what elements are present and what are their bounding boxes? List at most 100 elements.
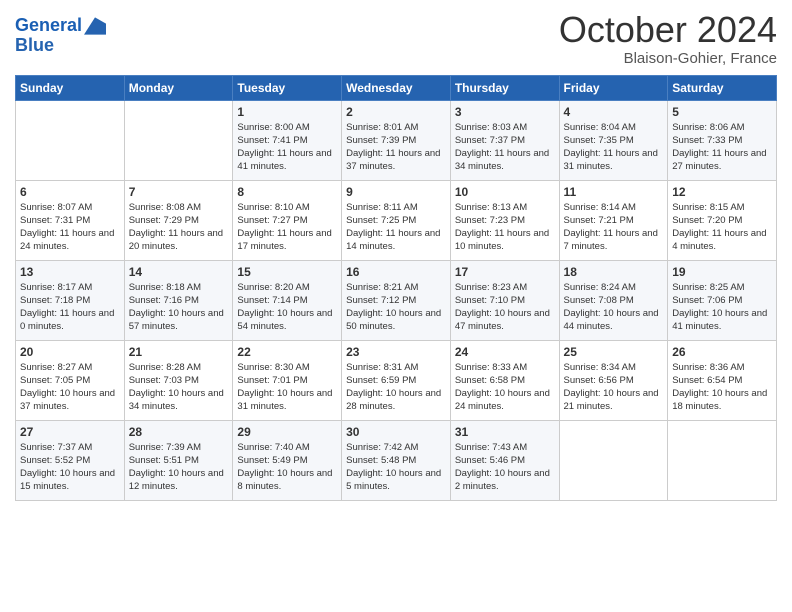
daylight-text: Daylight: 10 hours and 34 minutes. bbox=[129, 388, 224, 412]
daylight-text: Daylight: 11 hours and 27 minutes. bbox=[672, 148, 766, 172]
sunset-text: Sunset: 6:56 PM bbox=[564, 375, 634, 386]
day-info: Sunrise: 8:20 AM Sunset: 7:14 PM Dayligh… bbox=[237, 281, 337, 334]
day-number: 29 bbox=[237, 425, 337, 439]
table-row: 2 Sunrise: 8:01 AM Sunset: 7:39 PM Dayli… bbox=[342, 100, 451, 180]
sunrise-text: Sunrise: 8:13 AM bbox=[455, 202, 527, 213]
table-row: 5 Sunrise: 8:06 AM Sunset: 7:33 PM Dayli… bbox=[668, 100, 777, 180]
table-row bbox=[668, 420, 777, 500]
day-info: Sunrise: 8:31 AM Sunset: 6:59 PM Dayligh… bbox=[346, 361, 446, 414]
col-monday: Monday bbox=[124, 75, 233, 100]
sunset-text: Sunset: 7:29 PM bbox=[129, 215, 199, 226]
sunset-text: Sunset: 7:21 PM bbox=[564, 215, 634, 226]
sunset-text: Sunset: 7:01 PM bbox=[237, 375, 307, 386]
table-row: 17 Sunrise: 8:23 AM Sunset: 7:10 PM Dayl… bbox=[450, 260, 559, 340]
sunrise-text: Sunrise: 7:40 AM bbox=[237, 442, 309, 453]
day-number: 8 bbox=[237, 185, 337, 199]
sunset-text: Sunset: 5:46 PM bbox=[455, 455, 525, 466]
table-row: 16 Sunrise: 8:21 AM Sunset: 7:12 PM Dayl… bbox=[342, 260, 451, 340]
day-number: 31 bbox=[455, 425, 555, 439]
sunrise-text: Sunrise: 8:18 AM bbox=[129, 282, 201, 293]
day-number: 10 bbox=[455, 185, 555, 199]
day-info: Sunrise: 8:36 AM Sunset: 6:54 PM Dayligh… bbox=[672, 361, 772, 414]
day-number: 13 bbox=[20, 265, 120, 279]
sunrise-text: Sunrise: 8:08 AM bbox=[129, 202, 201, 213]
daylight-text: Daylight: 10 hours and 41 minutes. bbox=[672, 308, 767, 332]
day-info: Sunrise: 8:27 AM Sunset: 7:05 PM Dayligh… bbox=[20, 361, 120, 414]
col-saturday: Saturday bbox=[668, 75, 777, 100]
day-number: 5 bbox=[672, 105, 772, 119]
day-number: 25 bbox=[564, 345, 664, 359]
table-row: 11 Sunrise: 8:14 AM Sunset: 7:21 PM Dayl… bbox=[559, 180, 668, 260]
sunrise-text: Sunrise: 8:24 AM bbox=[564, 282, 636, 293]
sunrise-text: Sunrise: 8:27 AM bbox=[20, 362, 92, 373]
table-row: 25 Sunrise: 8:34 AM Sunset: 6:56 PM Dayl… bbox=[559, 340, 668, 420]
page-container: General Blue October 2024 Blaison-Gohier… bbox=[0, 0, 792, 516]
col-wednesday: Wednesday bbox=[342, 75, 451, 100]
month-title: October 2024 bbox=[559, 10, 777, 50]
day-info: Sunrise: 8:17 AM Sunset: 7:18 PM Dayligh… bbox=[20, 281, 120, 334]
day-info: Sunrise: 8:14 AM Sunset: 7:21 PM Dayligh… bbox=[564, 201, 664, 254]
day-info: Sunrise: 8:21 AM Sunset: 7:12 PM Dayligh… bbox=[346, 281, 446, 334]
daylight-text: Daylight: 10 hours and 37 minutes. bbox=[20, 388, 115, 412]
day-number: 18 bbox=[564, 265, 664, 279]
sunrise-text: Sunrise: 7:42 AM bbox=[346, 442, 418, 453]
daylight-text: Daylight: 10 hours and 24 minutes. bbox=[455, 388, 550, 412]
day-info: Sunrise: 8:34 AM Sunset: 6:56 PM Dayligh… bbox=[564, 361, 664, 414]
sunrise-text: Sunrise: 8:21 AM bbox=[346, 282, 418, 293]
day-number: 1 bbox=[237, 105, 337, 119]
daylight-text: Daylight: 11 hours and 17 minutes. bbox=[237, 228, 331, 252]
sunrise-text: Sunrise: 8:23 AM bbox=[455, 282, 527, 293]
daylight-text: Daylight: 10 hours and 47 minutes. bbox=[455, 308, 550, 332]
title-block: October 2024 Blaison-Gohier, France bbox=[559, 10, 777, 67]
table-row: 23 Sunrise: 8:31 AM Sunset: 6:59 PM Dayl… bbox=[342, 340, 451, 420]
table-row: 21 Sunrise: 8:28 AM Sunset: 7:03 PM Dayl… bbox=[124, 340, 233, 420]
daylight-text: Daylight: 10 hours and 57 minutes. bbox=[129, 308, 224, 332]
day-number: 30 bbox=[346, 425, 446, 439]
daylight-text: Daylight: 10 hours and 18 minutes. bbox=[672, 388, 767, 412]
sunset-text: Sunset: 7:06 PM bbox=[672, 295, 742, 306]
logo-blue: Blue bbox=[15, 35, 106, 56]
day-number: 9 bbox=[346, 185, 446, 199]
table-row bbox=[16, 100, 125, 180]
day-info: Sunrise: 8:10 AM Sunset: 7:27 PM Dayligh… bbox=[237, 201, 337, 254]
table-row: 26 Sunrise: 8:36 AM Sunset: 6:54 PM Dayl… bbox=[668, 340, 777, 420]
day-number: 24 bbox=[455, 345, 555, 359]
day-info: Sunrise: 8:03 AM Sunset: 7:37 PM Dayligh… bbox=[455, 121, 555, 174]
day-number: 27 bbox=[20, 425, 120, 439]
calendar-week-row: 13 Sunrise: 8:17 AM Sunset: 7:18 PM Dayl… bbox=[16, 260, 777, 340]
day-info: Sunrise: 8:23 AM Sunset: 7:10 PM Dayligh… bbox=[455, 281, 555, 334]
sunset-text: Sunset: 7:20 PM bbox=[672, 215, 742, 226]
daylight-text: Daylight: 10 hours and 15 minutes. bbox=[20, 468, 115, 492]
day-info: Sunrise: 7:40 AM Sunset: 5:49 PM Dayligh… bbox=[237, 441, 337, 494]
table-row: 7 Sunrise: 8:08 AM Sunset: 7:29 PM Dayli… bbox=[124, 180, 233, 260]
table-row: 19 Sunrise: 8:25 AM Sunset: 7:06 PM Dayl… bbox=[668, 260, 777, 340]
table-row: 3 Sunrise: 8:03 AM Sunset: 7:37 PM Dayli… bbox=[450, 100, 559, 180]
daylight-text: Daylight: 10 hours and 5 minutes. bbox=[346, 468, 441, 492]
day-number: 14 bbox=[129, 265, 229, 279]
day-number: 3 bbox=[455, 105, 555, 119]
day-info: Sunrise: 8:08 AM Sunset: 7:29 PM Dayligh… bbox=[129, 201, 229, 254]
sunrise-text: Sunrise: 8:07 AM bbox=[20, 202, 92, 213]
day-info: Sunrise: 8:07 AM Sunset: 7:31 PM Dayligh… bbox=[20, 201, 120, 254]
table-row: 18 Sunrise: 8:24 AM Sunset: 7:08 PM Dayl… bbox=[559, 260, 668, 340]
day-number: 21 bbox=[129, 345, 229, 359]
table-row: 27 Sunrise: 7:37 AM Sunset: 5:52 PM Dayl… bbox=[16, 420, 125, 500]
location-title: Blaison-Gohier, France bbox=[559, 50, 777, 67]
logo-text-block: General Blue bbox=[15, 15, 106, 56]
sunset-text: Sunset: 7:33 PM bbox=[672, 135, 742, 146]
sunrise-text: Sunrise: 8:14 AM bbox=[564, 202, 636, 213]
sunrise-text: Sunrise: 7:37 AM bbox=[20, 442, 92, 453]
table-row: 12 Sunrise: 8:15 AM Sunset: 7:20 PM Dayl… bbox=[668, 180, 777, 260]
day-number: 26 bbox=[672, 345, 772, 359]
sunset-text: Sunset: 7:12 PM bbox=[346, 295, 416, 306]
sunrise-text: Sunrise: 8:34 AM bbox=[564, 362, 636, 373]
daylight-text: Daylight: 11 hours and 14 minutes. bbox=[346, 228, 440, 252]
day-info: Sunrise: 8:13 AM Sunset: 7:23 PM Dayligh… bbox=[455, 201, 555, 254]
day-number: 16 bbox=[346, 265, 446, 279]
sunrise-text: Sunrise: 8:00 AM bbox=[237, 122, 309, 133]
day-number: 28 bbox=[129, 425, 229, 439]
day-info: Sunrise: 7:39 AM Sunset: 5:51 PM Dayligh… bbox=[129, 441, 229, 494]
daylight-text: Daylight: 10 hours and 12 minutes. bbox=[129, 468, 224, 492]
day-info: Sunrise: 8:30 AM Sunset: 7:01 PM Dayligh… bbox=[237, 361, 337, 414]
day-number: 20 bbox=[20, 345, 120, 359]
